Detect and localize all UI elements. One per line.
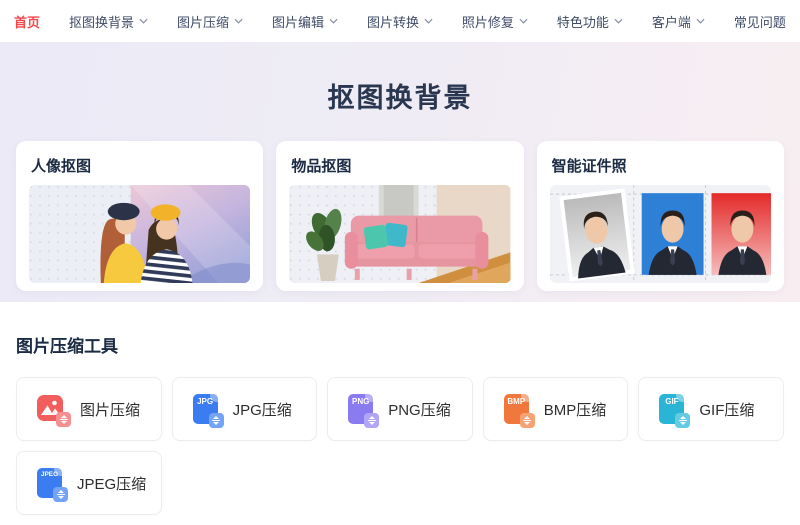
nav-item-compress[interactable]: 图片压缩	[177, 12, 243, 31]
nav-item-client[interactable]: 客户端	[652, 12, 705, 31]
jpg-file-icon: JPG	[192, 394, 224, 428]
tool-label: JPG压缩	[232, 401, 292, 419]
chevron-down-icon	[139, 18, 148, 24]
nav-item-faq[interactable]: 常见问题	[734, 12, 786, 31]
compress-badge-icon	[56, 412, 71, 427]
tool-jpeg-compress[interactable]: JPEG JPEG压缩	[16, 451, 162, 515]
compress-badge-icon	[53, 487, 68, 502]
nav-label: 首页	[14, 14, 41, 30]
card-id-photo[interactable]: 智能证件照	[536, 141, 784, 291]
section-title: 图片压缩工具	[16, 337, 118, 356]
chevron-down-icon	[329, 18, 338, 24]
id-photo-image	[549, 185, 771, 283]
compress-badge-icon	[519, 413, 535, 428]
nav-label: 客户端	[651, 14, 691, 30]
tool-grid: 图片压缩 JPG JPG压缩 PNG PNG压缩 BMP BMP压缩 GIF G…	[16, 377, 784, 515]
top-navigation: 首页 抠图换背景 图片压缩 图片编辑 图片转换 照片修复 特色功能 客户端 常见…	[0, 0, 800, 42]
tool-label: 图片压缩	[80, 401, 141, 419]
gif-file-icon: GIF	[659, 394, 691, 428]
chevron-down-icon	[519, 18, 528, 24]
hero-section: 抠图换背景 人像抠图 物品抠图 智能证件照	[0, 42, 800, 302]
jpeg-file-icon: JPEG	[37, 468, 68, 502]
hero-cards: 人像抠图 物品抠图 智能证件照	[0, 141, 800, 291]
nav-label: 抠图换背景	[68, 14, 134, 30]
nav-label: 特色功能	[556, 14, 609, 30]
image-compress-icon	[37, 395, 71, 427]
chevron-down-icon	[696, 18, 705, 24]
bmp-file-icon: BMP	[503, 394, 535, 428]
file-type-label: PNG	[352, 397, 370, 406]
nav-item-features[interactable]: 特色功能	[557, 12, 623, 31]
tool-label: BMP压缩	[543, 401, 607, 419]
nav-item-cutout[interactable]: 抠图换背景	[69, 12, 148, 31]
chevron-down-icon	[614, 18, 623, 24]
nav-label: 照片修复	[461, 14, 514, 30]
file-type-label: BMP	[507, 397, 526, 406]
file-type-label: GIF	[665, 397, 679, 406]
tool-png-compress[interactable]: PNG PNG压缩	[327, 377, 473, 441]
tool-bmp-compress[interactable]: BMP BMP压缩	[482, 377, 629, 441]
nav-label: 图片压缩	[176, 14, 229, 30]
tool-label: JPEG压缩	[77, 475, 147, 493]
compress-tools-section: 图片压缩工具 图片压缩 JPG JPG压缩 PNG PNG压缩 BMP BMP压…	[0, 302, 800, 515]
card-portrait-cutout[interactable]: 人像抠图	[16, 141, 264, 291]
file-type-label: JPG	[197, 397, 214, 406]
card-title: 人像抠图	[31, 158, 92, 175]
portrait-cutout-image	[29, 185, 251, 283]
chevron-down-icon	[424, 18, 433, 24]
tool-jpg-compress[interactable]: JPG JPG压缩	[171, 377, 318, 441]
card-object-cutout[interactable]: 物品抠图	[276, 141, 524, 291]
tool-label: PNG压缩	[388, 401, 451, 419]
nav-item-edit[interactable]: 图片编辑	[272, 12, 338, 31]
compress-badge-icon	[675, 413, 691, 428]
tool-image-compress[interactable]: 图片压缩	[16, 377, 162, 441]
compress-badge-icon	[364, 413, 380, 428]
nav-label: 图片转换	[366, 14, 419, 30]
nav-item-convert[interactable]: 图片转换	[367, 12, 433, 31]
nav-item-repair[interactable]: 照片修复	[462, 12, 528, 31]
nav-label: 常见问题	[733, 14, 786, 30]
object-cutout-image	[289, 185, 511, 283]
page-title: 抠图换背景	[327, 83, 473, 113]
chevron-down-icon	[234, 18, 243, 24]
card-title: 智能证件照	[551, 158, 627, 175]
compress-badge-icon	[208, 413, 224, 428]
file-type-label: JPEG	[40, 471, 59, 478]
nav-label: 图片编辑	[271, 14, 324, 30]
card-title: 物品抠图	[291, 158, 352, 175]
nav-item-home[interactable]: 首页	[14, 12, 40, 31]
tool-label: GIF压缩	[699, 401, 755, 419]
png-file-icon: PNG	[348, 394, 380, 428]
tool-gif-compress[interactable]: GIF GIF压缩	[638, 377, 784, 441]
